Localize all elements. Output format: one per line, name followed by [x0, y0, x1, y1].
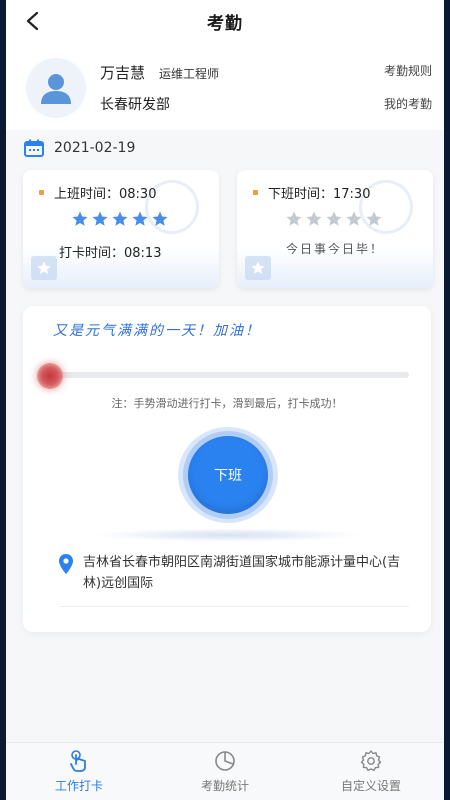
punch-time: 打卡时间：08:13 [59, 246, 162, 261]
app-screen: 考勤 万吉慧 运维工程师 长春研发部 考勤规则 我的考勤 2021-02-19 [6, 0, 444, 800]
star-badge-icon [245, 256, 271, 280]
address-text: 吉林省长春市朝阳区南湖街道国家城市能源计量中心(吉林)远创国际 [83, 555, 401, 591]
tab-label: 自定义设置 [340, 779, 401, 793]
back-button[interactable] [20, 8, 46, 34]
user-name: 万吉慧 [100, 64, 146, 82]
pie-chart-icon [215, 751, 235, 771]
motto-text: 今日事今日毕！ [285, 242, 384, 256]
star-icon [326, 211, 342, 226]
bottom-tab-bar: 工作打卡 考勤统计 自定义设置 [6, 742, 444, 800]
slogan: 又是元气满满的一天！加油！ [53, 323, 261, 339]
swipe-slider-handle[interactable] [37, 363, 63, 389]
bullet-dot [253, 190, 258, 195]
chevron-left-icon [26, 11, 39, 31]
star-badge-icon [31, 256, 57, 280]
clock-out-button[interactable]: 下班 [188, 436, 268, 514]
star-icon [112, 211, 128, 226]
star-icon [366, 211, 382, 226]
clock-button-halo: 下班 [178, 427, 278, 523]
date-row: 2021-02-19 [24, 139, 135, 157]
rating-stars [71, 210, 169, 228]
divider [59, 606, 409, 607]
star-icon [286, 211, 302, 226]
nav-header: 考勤 [6, 0, 444, 42]
off-duty-card: 下班时间：17:30 今日事今日毕！ [237, 170, 433, 288]
avatar [26, 58, 86, 118]
attendance-rules-link[interactable]: 考勤规则 [384, 62, 432, 79]
gear-icon [360, 750, 382, 771]
on-duty-card: 上班时间：08:30 打卡时间：08:13 [23, 170, 219, 288]
off-duty-time: 下班时间：17:30 [268, 187, 371, 202]
bullet-dot [39, 190, 44, 195]
clock-in-panel: 又是元气满满的一天！加油！ 注：手势滑动进行打卡，滑到最后，打卡成功！ 下班 吉… [23, 306, 431, 632]
tab-label: 工作打卡 [54, 779, 103, 793]
swipe-hint: 注：手势滑动进行打卡，滑到最后，打卡成功！ [111, 397, 343, 410]
location-row: 吉林省长春市朝阳区南湖街道国家城市能源计量中心(吉林)远创国际 [59, 552, 409, 594]
calendar-icon [24, 139, 44, 157]
star-icon [152, 211, 168, 226]
star-icon [306, 211, 322, 226]
user-avatar-icon [41, 74, 71, 104]
department: 长春研发部 [100, 97, 170, 113]
profile-section: 万吉慧 运维工程师 长春研发部 考勤规则 我的考勤 [6, 42, 444, 130]
tab-work-clock-in[interactable]: 工作打卡 [6, 743, 152, 800]
star-icon [132, 211, 148, 226]
location-pin-icon [59, 554, 73, 574]
star-icon [92, 211, 108, 226]
star-icon [346, 211, 362, 226]
rating-stars [285, 210, 383, 228]
tab-label: 考勤统计 [200, 779, 249, 793]
star-icon [72, 211, 88, 226]
swipe-slider-track[interactable] [41, 372, 409, 378]
date-text: 2021-02-19 [54, 140, 136, 156]
my-attendance-link[interactable]: 我的考勤 [384, 95, 432, 112]
hand-tap-icon [70, 750, 86, 772]
user-role: 运维工程师 [159, 67, 220, 81]
on-duty-time: 上班时间：08:30 [54, 187, 157, 202]
tab-custom-settings[interactable]: 自定义设置 [298, 743, 444, 800]
tab-attendance-stats[interactable]: 考勤统计 [152, 743, 298, 800]
page-title: 考勤 [207, 13, 243, 34]
